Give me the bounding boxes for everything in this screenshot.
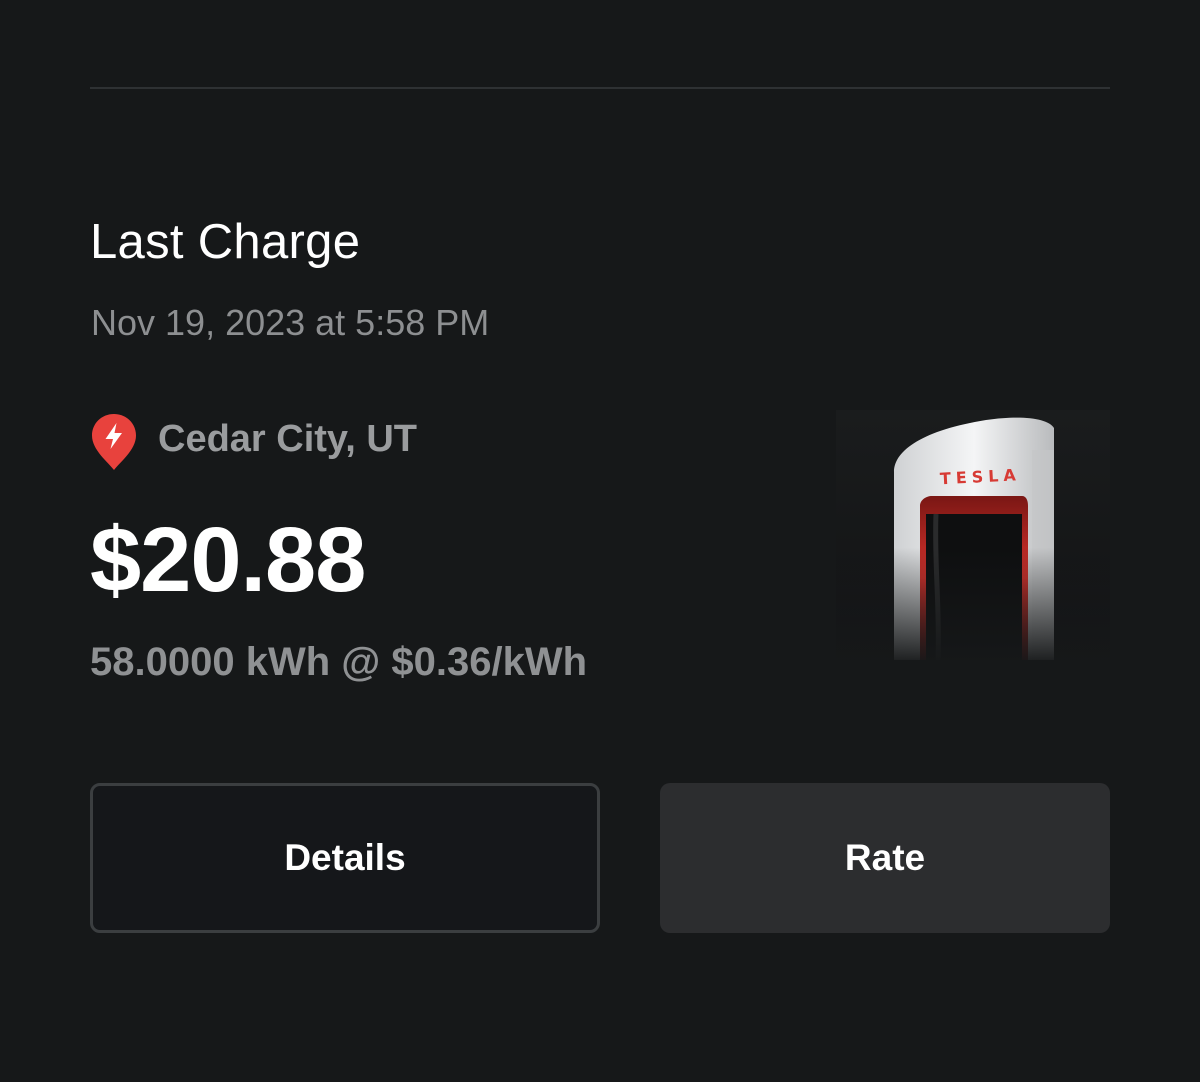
rate-button-label: Rate bbox=[844, 837, 926, 878]
charge-price: $20.88 bbox=[90, 509, 366, 611]
supercharger-pin-icon bbox=[92, 414, 136, 470]
details-button-label: Details bbox=[284, 837, 406, 878]
card-title: Last Charge bbox=[90, 215, 361, 269]
details-button[interactable]: Details bbox=[90, 783, 600, 933]
divider bbox=[90, 87, 1110, 89]
location-row: Cedar City, UT bbox=[90, 412, 417, 474]
tesla-supercharger-image: TESLA bbox=[836, 410, 1110, 660]
rate-button[interactable]: Rate bbox=[660, 783, 1110, 933]
location-name: Cedar City, UT bbox=[158, 418, 418, 460]
last-charge-card: Last Charge Nov 19, 2023 at 5:58 PM Ceda… bbox=[0, 0, 1200, 1082]
energy-rate: 58.0000 kWh @ $0.36/kWh bbox=[90, 640, 588, 684]
charge-datetime: Nov 19, 2023 at 5:58 PM bbox=[91, 302, 490, 343]
